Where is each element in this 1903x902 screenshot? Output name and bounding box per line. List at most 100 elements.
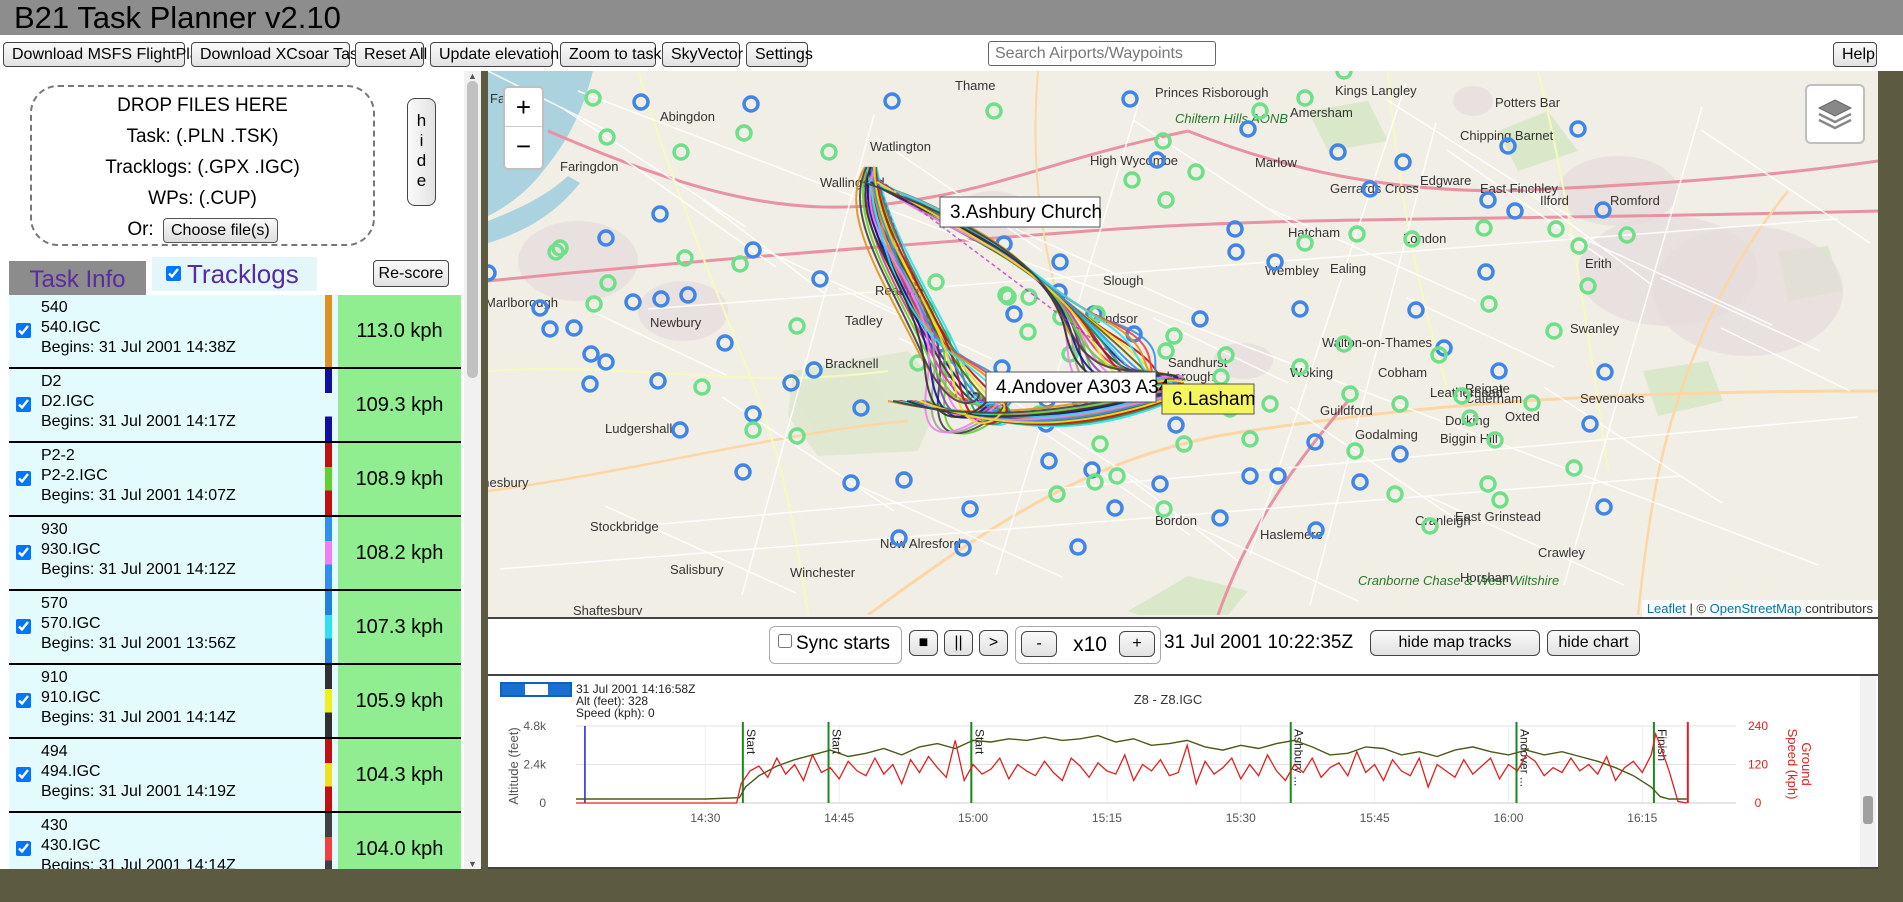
tracklog-row[interactable]: 930 930.IGC Begins: 31 Jul 2001 14:12Z 108.… bbox=[9, 517, 461, 592]
tracklog-row[interactable]: 430 430.IGC Begins: 31 Jul 2001 14:14Z 104.… bbox=[9, 813, 461, 869]
tracklog-row[interactable]: 910 910.IGC Begins: 31 Jul 2001 14:14Z 105.… bbox=[9, 665, 461, 740]
tracklogs-toggle-checkbox[interactable] bbox=[166, 266, 181, 281]
layers-icon bbox=[1817, 99, 1853, 130]
attribution-tail: contributors bbox=[1801, 601, 1873, 616]
drop-zone-title: DROP FILES HERE bbox=[117, 95, 288, 116]
waypoint-label-andover: 4.Andover A303 A34 bbox=[996, 377, 1170, 398]
download-msfs-flightplan-button[interactable]: Download MSFS FlightPlan bbox=[3, 42, 208, 67]
tracklog-begins: Begins: 31 Jul 2001 14:14Z bbox=[41, 857, 236, 869]
tracklog-speed: 108.9 kph bbox=[338, 443, 461, 515]
tracklog-checkbox[interactable] bbox=[16, 841, 31, 856]
skyvector-button[interactable]: SkyVector bbox=[662, 42, 743, 67]
zoom-in-button[interactable]: + bbox=[505, 88, 542, 127]
choose-files-button[interactable]: Choose file(s) bbox=[162, 218, 278, 243]
tracklog-name: 930 bbox=[41, 521, 68, 538]
tracklog-checkbox[interactable] bbox=[16, 471, 31, 486]
help-button[interactable]: Help bbox=[1833, 42, 1877, 67]
playback-speed-value: x10 bbox=[1073, 633, 1107, 656]
tracklog-row[interactable]: 494 494.IGC Begins: 31 Jul 2001 14:19Z 104.… bbox=[9, 739, 461, 814]
tracklog-name: 570 bbox=[41, 595, 68, 612]
tracklog-file: 910.IGC bbox=[41, 689, 101, 706]
scroll-down-arrow-icon[interactable]: ▼ bbox=[468, 859, 477, 869]
pause-button[interactable]: || bbox=[944, 630, 973, 656]
download-xcsoar-task-button[interactable]: Download XCsoar Task bbox=[191, 42, 366, 67]
map-place-label: Potters Bar bbox=[1495, 95, 1561, 110]
zoom-out-button[interactable]: − bbox=[505, 127, 542, 165]
tracklog-checkbox[interactable] bbox=[16, 545, 31, 560]
update-elevations-button[interactable]: Update elevations bbox=[430, 42, 567, 67]
x-tick-label: 15:00 bbox=[958, 811, 988, 825]
chart-scrollbar-thumb bbox=[1863, 796, 1873, 824]
file-drop-zone[interactable]: DROP FILES HERE Task: (.PLN .TSK) Trackl… bbox=[30, 85, 375, 246]
x-tick-label: 14:30 bbox=[690, 811, 720, 825]
y-left-tick-label: 2.4k bbox=[523, 758, 547, 772]
tracklog-speed: 104.3 kph bbox=[338, 739, 461, 811]
map-place-label: Chiltern Hills AONB bbox=[1175, 111, 1288, 126]
hide-letter: d bbox=[416, 151, 427, 170]
map-place-label: Slough bbox=[1103, 273, 1143, 288]
map-place-label: Newbury bbox=[650, 315, 702, 330]
speed-up-button[interactable]: + bbox=[1119, 631, 1155, 657]
map-place-label: Erith bbox=[1585, 256, 1612, 271]
tracklog-checkbox[interactable] bbox=[16, 619, 31, 634]
speed-down-button[interactable]: - bbox=[1021, 631, 1057, 657]
search-input[interactable] bbox=[988, 41, 1216, 66]
playback-speed-control: - x10 + bbox=[1015, 626, 1161, 664]
map-place-label: Haslemere bbox=[1260, 527, 1323, 542]
tracklog-speed: 104.0 kph bbox=[338, 813, 461, 869]
sync-starts-control[interactable]: Sync starts bbox=[769, 626, 902, 664]
layers-control[interactable] bbox=[1805, 84, 1865, 144]
tracklog-list-scrollbar[interactable]: ▲ ▼ bbox=[464, 71, 481, 869]
play-button[interactable]: > bbox=[979, 630, 1008, 656]
scrollbar-thumb[interactable] bbox=[467, 81, 478, 378]
hide-panel-button[interactable]: h i d e bbox=[407, 98, 436, 206]
map-place-label: Marlow bbox=[1255, 155, 1298, 170]
map-place-label: Bracknell bbox=[825, 356, 879, 371]
hide-chart-button[interactable]: hide chart bbox=[1547, 630, 1640, 656]
rescore-button[interactable]: Re-score bbox=[373, 260, 449, 287]
sync-starts-checkbox[interactable] bbox=[778, 634, 792, 648]
map-place-label: Caterham bbox=[1465, 391, 1522, 406]
leaflet-link[interactable]: Leaflet bbox=[1647, 601, 1686, 616]
x-tick-label: 14:45 bbox=[824, 811, 854, 825]
tracklog-checkbox[interactable] bbox=[16, 397, 31, 412]
chart-title: Z8 - Z8.IGC bbox=[1134, 692, 1203, 707]
tracklog-row[interactable]: 570 570.IGC Begins: 31 Jul 2001 13:56Z 107.… bbox=[9, 591, 461, 666]
tracklog-speed: 109.3 kph bbox=[338, 369, 461, 441]
map-place-label: Crawley bbox=[1538, 545, 1585, 560]
tracklog-color-swatch bbox=[325, 739, 332, 811]
hide-letter: e bbox=[416, 171, 427, 190]
hide-map-tracks-button[interactable]: hide map tracks bbox=[1370, 630, 1540, 656]
drop-zone-wp-types: WPs: (.CUP) bbox=[148, 188, 257, 209]
drop-zone-task-types: Task: (.PLN .TSK) bbox=[126, 126, 279, 147]
osm-link[interactable]: OpenStreetMap bbox=[1710, 601, 1802, 616]
tracklog-file: 930.IGC bbox=[41, 541, 101, 558]
map-view[interactable]: FairfordAbingdonThamePrinces RisboroughK… bbox=[488, 71, 1878, 619]
attribution-separator: | © bbox=[1685, 601, 1710, 616]
tracklog-row[interactable]: 540 540.IGC Begins: 31 Jul 2001 14:38Z 113.… bbox=[9, 295, 461, 370]
settings-button[interactable]: Settings bbox=[746, 42, 813, 67]
map-place-label: Ealing bbox=[1330, 261, 1366, 276]
tracklog-checkbox[interactable] bbox=[16, 693, 31, 708]
tracklog-checkbox[interactable] bbox=[16, 323, 31, 338]
window-bottom-strip bbox=[0, 869, 1903, 902]
tab-task-info[interactable]: Task Info bbox=[9, 261, 146, 295]
tracklog-row[interactable]: D2 D2.IGC Begins: 31 Jul 2001 14:17Z 109.3 … bbox=[9, 369, 461, 444]
reset-all-button[interactable]: Reset All bbox=[355, 42, 427, 67]
task-marker-label: Finish bbox=[1655, 729, 1669, 761]
tracklog-list: 540 540.IGC Begins: 31 Jul 2001 14:38Z 113.… bbox=[9, 295, 461, 869]
zoom-to-task-button[interactable]: Zoom to task bbox=[560, 42, 661, 67]
stop-button[interactable]: ■ bbox=[909, 630, 938, 656]
tab-tracklogs[interactable]: Tracklogs bbox=[152, 257, 317, 291]
tracklog-checkbox[interactable] bbox=[16, 767, 31, 782]
chart-canvas[interactable]: 31 Jul 2001 14:16:58ZAlt (feet): 328Spee… bbox=[488, 676, 1878, 867]
tracklog-row[interactable]: P2-2 P2-2.IGC Begins: 31 Jul 2001 14:07Z 10… bbox=[9, 443, 461, 518]
chart-info-line: Speed (kph): 0 bbox=[576, 706, 655, 720]
scroll-up-arrow-icon[interactable]: ▲ bbox=[468, 71, 477, 81]
map-place-label: Salisbury bbox=[670, 562, 724, 577]
map-canvas[interactable]: FairfordAbingdonThamePrinces RisboroughK… bbox=[488, 71, 1878, 617]
map-place-label: Tadley bbox=[845, 313, 883, 328]
waypoint-label-lasham: 6.Lasham bbox=[1172, 389, 1255, 410]
tracklog-name: 540 bbox=[41, 299, 68, 316]
altitude-speed-chart[interactable]: 31 Jul 2001 14:16:58Z Alt (feet): 328 Spee… bbox=[488, 674, 1878, 869]
